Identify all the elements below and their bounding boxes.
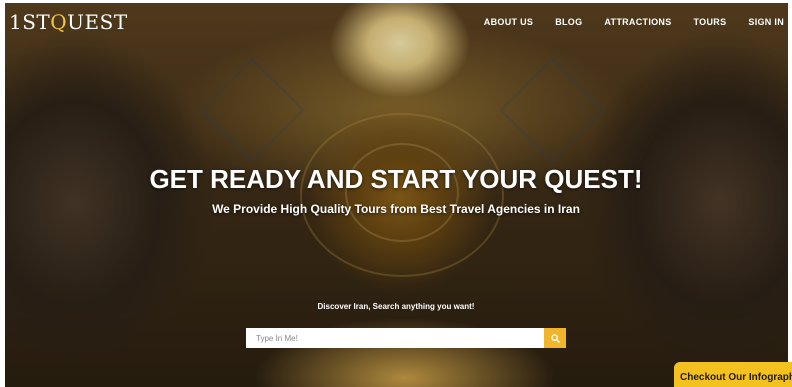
nav-sign-in[interactable]: SIGN IN [748, 17, 784, 27]
nav-tours[interactable]: TOURS [694, 17, 727, 27]
main-nav: ABOUT US BLOG ATTRACTIONS TOURS SIGN IN [462, 17, 784, 27]
infographic-tab[interactable]: Checkout Our Infographic [674, 362, 792, 387]
search-prompt: Discover Iran, Search anything you want! [317, 302, 475, 311]
logo-prefix: 1ST [9, 10, 51, 34]
hero-headline: GET READY AND START YOUR QUEST! [149, 164, 643, 194]
search-button[interactable] [544, 328, 566, 348]
search-icon [550, 333, 560, 343]
site-logo[interactable]: 1STQUEST [9, 10, 128, 34]
nav-attractions[interactable]: ATTRACTIONS [604, 17, 671, 27]
nav-blog[interactable]: BLOG [555, 17, 582, 27]
logo-q: Q [50, 10, 68, 34]
page: 1STQUEST ABOUT US BLOG ATTRACTIONS TOURS… [0, 0, 792, 387]
search-bar [246, 328, 566, 348]
search-input[interactable] [246, 328, 544, 348]
hero-subheadline: We Provide High Quality Tours from Best … [212, 202, 580, 216]
nav-about-us[interactable]: ABOUT US [484, 17, 533, 27]
logo-suffix: UEST [67, 10, 128, 34]
